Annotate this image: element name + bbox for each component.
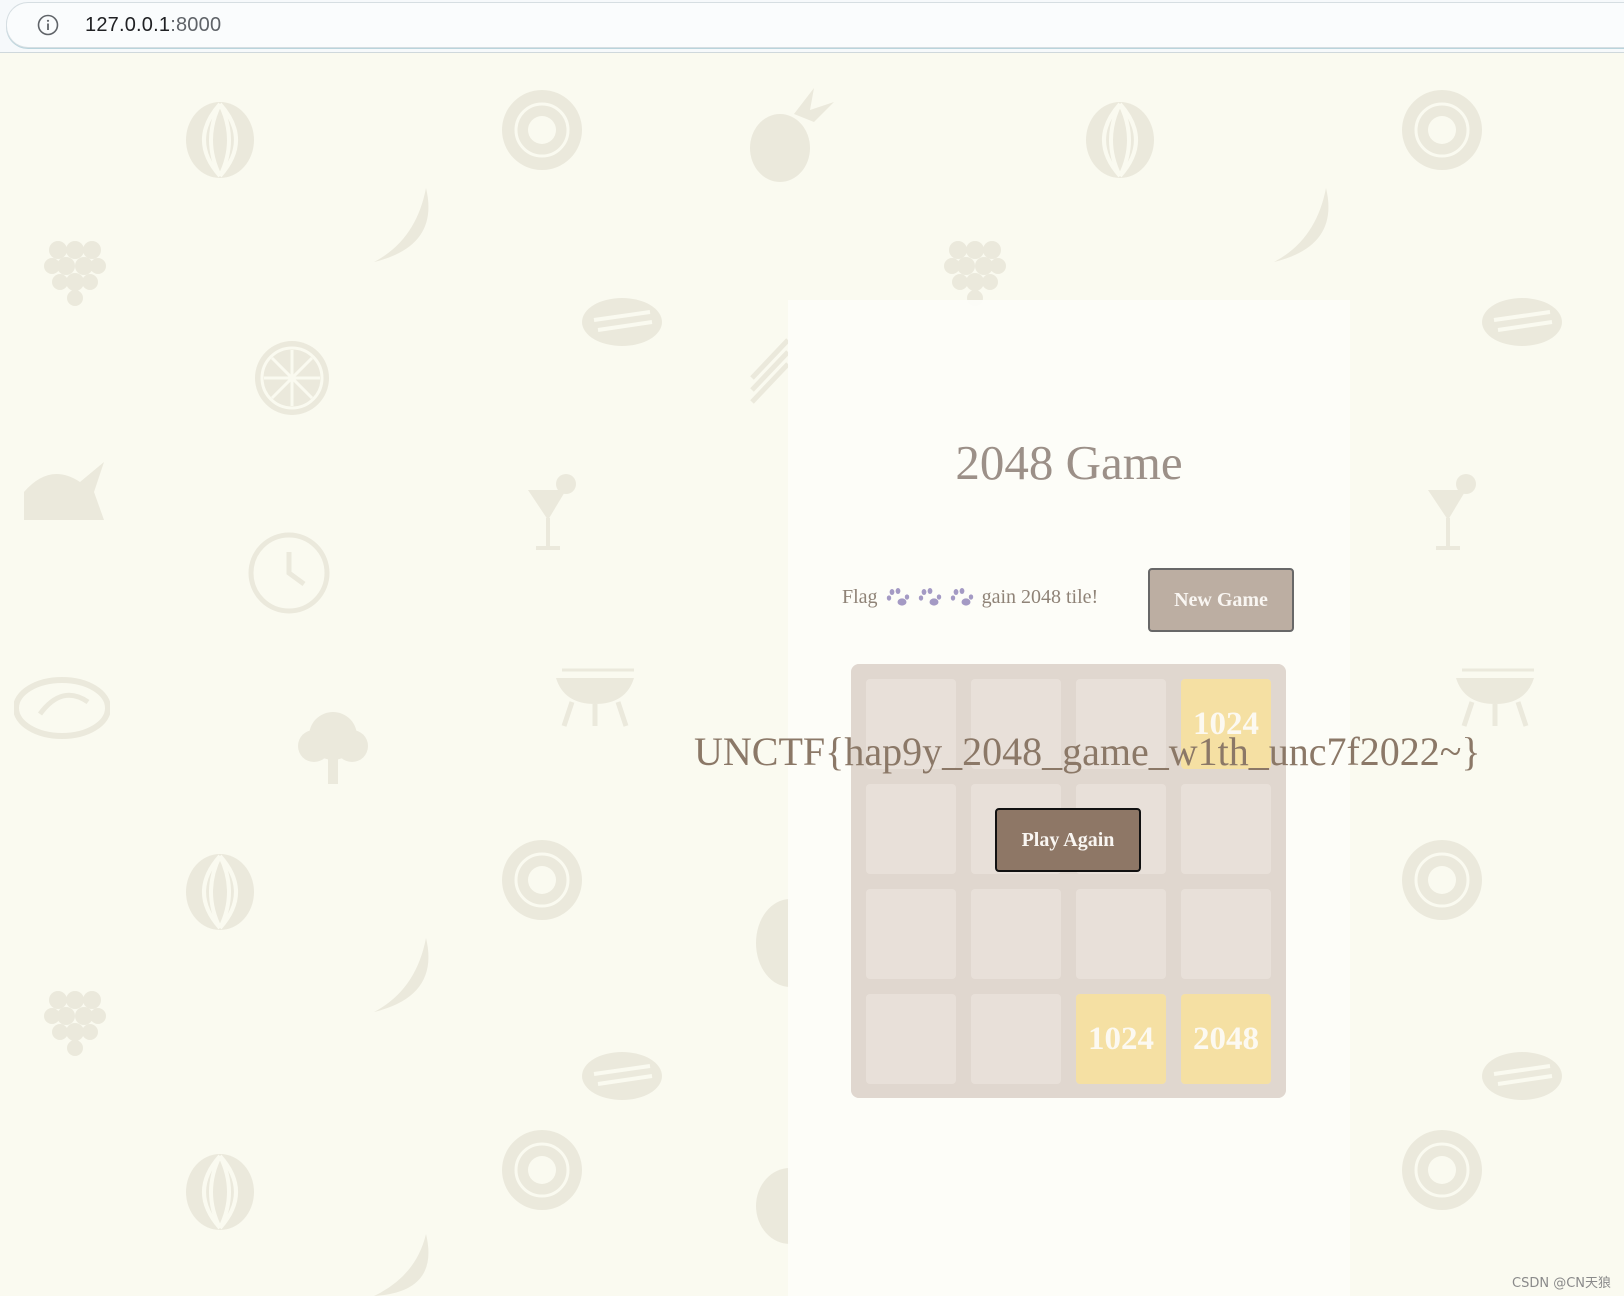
turkey-icon [24, 462, 104, 520]
fries-icon [750, 338, 790, 404]
grill-icon [1456, 668, 1534, 727]
steak-icon [582, 298, 662, 346]
intro-prefix: Flag [842, 586, 878, 608]
url-text: 127.0.0.1:8000 [85, 14, 222, 36]
steak-icon [1482, 1052, 1562, 1100]
intro-suffix: gain 2048 tile! [981, 586, 1099, 608]
grill-icon [556, 668, 634, 727]
info-icon[interactable] [37, 14, 59, 36]
donut-icon [1402, 840, 1482, 920]
browser-address-bar: 127.0.0.1:8000 [0, 0, 1624, 53]
sausage-icon [14, 677, 110, 739]
watermelon-icon [1086, 102, 1154, 178]
waffle-icon [756, 899, 790, 987]
watermelon-icon [186, 1154, 254, 1230]
watermelon-icon [186, 102, 254, 178]
pineapple-icon [750, 88, 834, 182]
grapes-icon [44, 241, 106, 306]
donut-icon [1402, 90, 1482, 170]
new-game-button[interactable]: New Game [1148, 568, 1294, 632]
cocktail-icon [528, 474, 576, 550]
banana-icon [374, 938, 429, 1012]
cocktail-icon [1428, 474, 1476, 550]
waffle-icon [756, 1168, 790, 1244]
steak-icon [1482, 298, 1562, 346]
paw-icon [886, 587, 909, 606]
steak-icon [582, 1052, 662, 1100]
donut-icon [1402, 1130, 1482, 1210]
paw-icon [918, 587, 941, 606]
banana-icon [1274, 188, 1329, 262]
clock-icon [248, 532, 330, 614]
citrus-icon [255, 341, 329, 415]
page-title: 2048 Game [955, 435, 1183, 490]
watermelon-icon [186, 854, 254, 930]
watermark: CSDN @CN天狼 [1512, 1276, 1611, 1291]
donut-icon [502, 90, 582, 170]
grapes-icon [944, 241, 1006, 306]
banana-icon [374, 188, 429, 262]
play-again-button[interactable]: Play Again [995, 808, 1141, 872]
grapes-icon [44, 991, 106, 1056]
donut-icon [502, 1130, 582, 1210]
donut-icon [502, 840, 582, 920]
game-intro: Flag gain 2048 tile! [842, 586, 1098, 609]
flag-message: UNCTF{hap9y_2048_game_w1th_unc7f2022~} [694, 729, 1481, 774]
tree-icon [298, 712, 368, 784]
banana-icon [374, 1234, 429, 1296]
url-field[interactable]: 127.0.0.1:8000 [6, 2, 1624, 48]
paw-icon [950, 587, 973, 606]
